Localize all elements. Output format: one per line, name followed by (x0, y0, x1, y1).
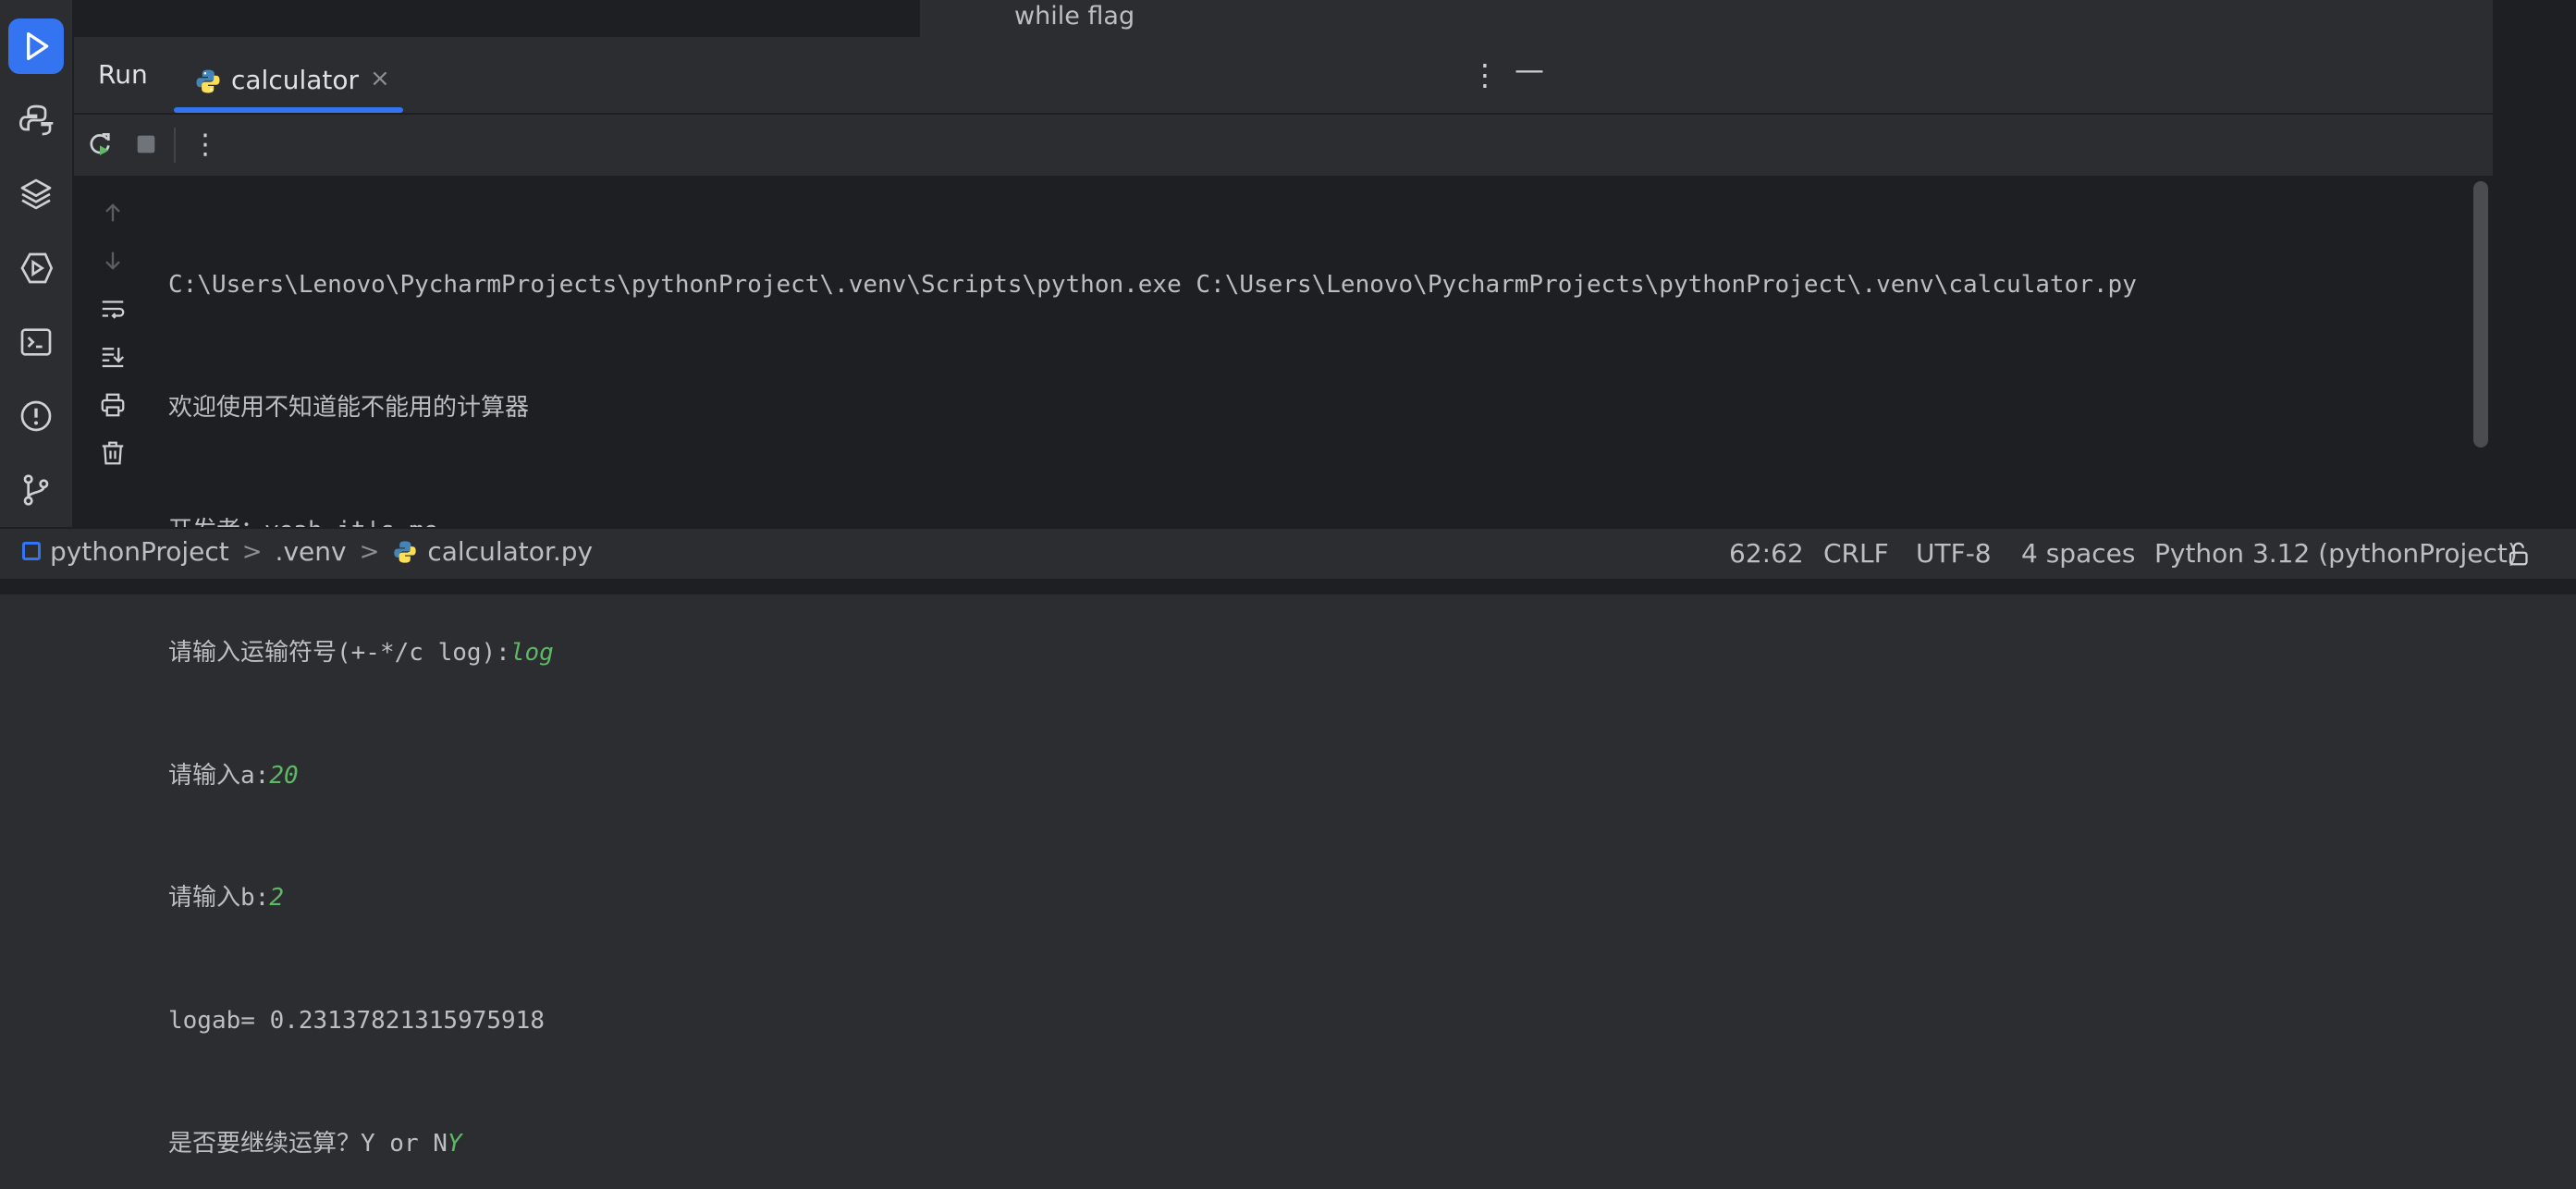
a-prompt: 请输入a: (168, 761, 270, 790)
chevron-right-icon: > (359, 537, 380, 566)
soft-wrap-icon[interactable] (94, 290, 131, 327)
run-window-title: Run (98, 59, 148, 90)
tab-close-icon[interactable]: × (370, 65, 390, 92)
console-line-operator: 请输入运输符号(+-*/c log):log (168, 632, 2137, 673)
breadcrumb-folder[interactable]: .venv (276, 536, 347, 567)
operator-prompt: 请输入运输符号(+-*/c log): (168, 639, 510, 668)
left-tool-strip (0, 0, 74, 579)
more-options-icon[interactable]: ⋮ (1470, 57, 1500, 92)
python-interpreter[interactable]: Python 3.12 (pythonProject) (2154, 538, 2518, 569)
console-output: C:\Users\Lenovo\PycharmProjects\pythonPr… (168, 183, 2137, 1189)
print-icon[interactable] (94, 386, 131, 423)
python-file-icon (394, 540, 417, 563)
tab-calculator[interactable]: calculator × (174, 48, 403, 113)
a-input: 20 (269, 761, 299, 790)
editor-hint-text: while flag (920, 0, 2566, 37)
b-prompt: 请输入b: (168, 884, 270, 913)
git-icon[interactable] (8, 462, 64, 518)
continue-prompt: 是否要继续运算？Y or N (168, 1129, 448, 1158)
indent-setting[interactable]: 4 spaces (2021, 538, 2135, 569)
console-line-welcome: 欢迎使用不知道能不能用的计算器 (168, 394, 530, 422)
terminal-icon[interactable] (8, 314, 64, 370)
console-panel: C:\Users\Lenovo\PycharmProjects\pythonPr… (74, 176, 2493, 1158)
stop-icon[interactable] (129, 128, 163, 161)
scroll-down-icon[interactable] (94, 242, 131, 279)
continue-input: Y (447, 1129, 462, 1158)
python-console-icon[interactable] (8, 92, 64, 148)
chevron-right-icon: > (241, 537, 263, 566)
console-line-a: 请输入a:20 (168, 755, 2137, 796)
operator-input: log (509, 639, 554, 668)
status-bar: pythonProject > .venv > calculator.py 62… (0, 527, 2576, 581)
scroll-up-icon[interactable] (94, 194, 131, 231)
python-file-icon (196, 69, 220, 93)
problems-icon[interactable] (8, 388, 64, 444)
console-line-continue[interactable]: 是否要继续运算？Y or NY (168, 1123, 2137, 1164)
run-icon[interactable] (8, 18, 64, 74)
line-separator[interactable]: CRLF (1823, 538, 1889, 569)
toolbar-separator (174, 128, 176, 163)
right-tool-strip (2493, 0, 2576, 527)
rerun-icon[interactable] (83, 128, 117, 161)
b-input: 2 (269, 884, 284, 913)
run-window-header: Run calculator × ⋮ — (74, 37, 2493, 115)
console-line-command: C:\Users\Lenovo\PycharmProjects\pythonPr… (168, 271, 2137, 300)
tab-label: calculator (231, 65, 360, 95)
lock-icon[interactable] (2506, 540, 2533, 574)
console-line-result: logab= 0.23137821315975918 (168, 1006, 545, 1035)
layers-icon[interactable] (8, 166, 64, 222)
console-scrollbar[interactable] (2473, 181, 2488, 447)
scroll-to-end-icon[interactable] (94, 338, 131, 375)
breadcrumb-file[interactable]: calculator.py (392, 536, 593, 567)
active-tab-indicator (174, 107, 403, 113)
run-action-toolbar: ⋮ (74, 115, 2493, 176)
caret-position[interactable]: 62:62 (1729, 538, 1804, 569)
more-actions-icon[interactable]: ⋮ (189, 128, 222, 161)
file-encoding[interactable]: UTF-8 (1916, 538, 1992, 569)
module-icon (22, 542, 41, 560)
window-bottom-edge (0, 579, 2576, 594)
breadcrumb-project[interactable]: pythonProject (22, 536, 229, 567)
console-side-toolbar (74, 176, 150, 527)
minimize-icon[interactable]: — (1515, 52, 1544, 87)
breadcrumb: pythonProject > .venv > calculator.py (22, 536, 593, 567)
clear-icon[interactable] (94, 435, 131, 472)
editor-area: while flag (74, 0, 2566, 37)
services-icon[interactable] (8, 240, 64, 296)
console-line-b: 请输入b:2 (168, 877, 2137, 918)
